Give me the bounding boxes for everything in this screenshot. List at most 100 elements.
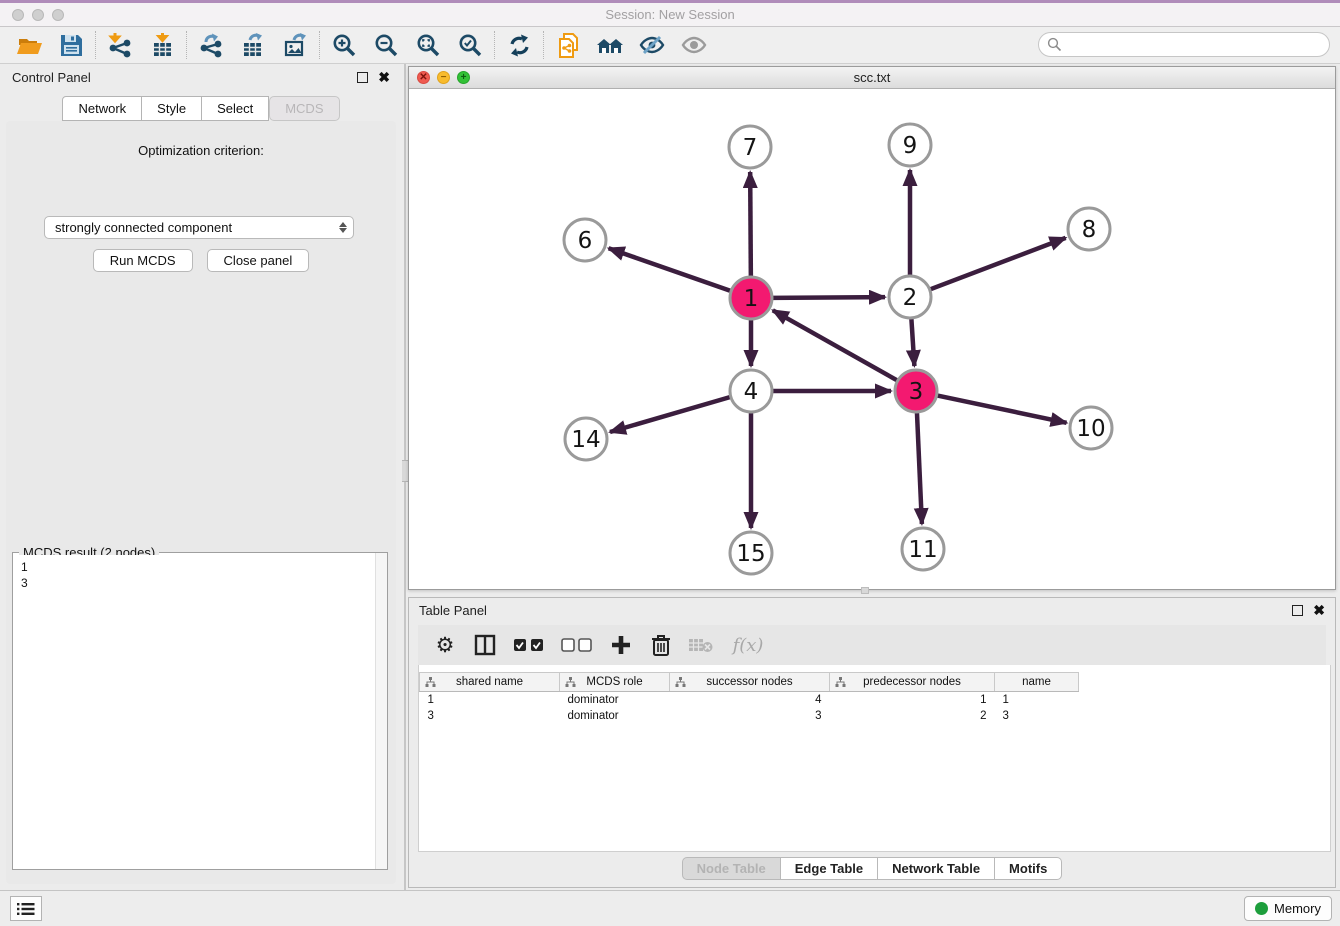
tab-select[interactable]: Select <box>202 96 269 121</box>
home-button[interactable] <box>589 29 631 61</box>
delete-row-button[interactable] <box>648 632 674 658</box>
mcds-result-list[interactable]: 13 <box>13 555 375 869</box>
column-header-label: predecessor nodes <box>863 676 961 688</box>
column-header-predecessor-nodes[interactable]: predecessor nodes <box>830 673 995 692</box>
optimization-criterion-label: Optimization criterion: <box>6 143 396 158</box>
add-row-button[interactable] <box>608 632 634 658</box>
toolbar-separator <box>186 31 187 59</box>
network-window-titlebar[interactable]: ✕ − + scc.txt <box>409 67 1335 89</box>
table-cell[interactable]: 3 <box>995 708 1079 724</box>
export-table-button[interactable] <box>232 29 274 61</box>
column-header-name[interactable]: name <box>995 673 1079 692</box>
table-panel-header: Table Panel ✖ <box>409 598 1335 622</box>
edge-2-8[interactable] <box>931 238 1066 289</box>
task-history-button[interactable] <box>10 896 42 921</box>
open-session-button[interactable] <box>8 29 50 61</box>
table-cell[interactable]: 1 <box>830 692 995 708</box>
column-header-label: MCDS role <box>586 676 642 688</box>
zoom-in-button[interactable] <box>323 29 365 61</box>
criterion-dropdown[interactable]: strongly connected component <box>44 216 354 239</box>
zoom-in-icon <box>331 32 358 59</box>
import-network-button[interactable] <box>99 29 141 61</box>
network-view-window: ✕ − + scc.txt 7968124314101511 <box>408 66 1336 590</box>
edge-4-14[interactable] <box>610 397 730 432</box>
search-input[interactable] <box>1062 38 1329 52</box>
column-header-label: shared name <box>456 676 523 688</box>
horizontal-splitter-handle[interactable] <box>861 587 869 594</box>
hide-graphics-details-button[interactable] <box>631 29 673 61</box>
table-row[interactable]: 3dominator323 <box>420 708 1079 724</box>
edge-1-6[interactable] <box>609 248 731 290</box>
tab-mcds[interactable]: MCDS <box>269 96 339 121</box>
result-scrollbar[interactable] <box>375 553 387 869</box>
node-table[interactable]: shared name MCDS role successor nodes prede… <box>419 672 1079 724</box>
column-header-successor-nodes[interactable]: successor nodes <box>670 673 830 692</box>
delete-table-button <box>688 632 714 658</box>
table-row[interactable]: 1dominator411 <box>420 692 1079 708</box>
zoom-selected-button[interactable] <box>449 29 491 61</box>
tab-style[interactable]: Style <box>142 96 202 121</box>
column-header-MCDS-role[interactable]: MCDS role <box>560 673 670 692</box>
table-settings-button[interactable]: ⚙ <box>432 632 458 658</box>
delete-table-icon <box>688 636 714 654</box>
clone-network-button[interactable] <box>547 29 589 61</box>
zoom-out-button[interactable] <box>365 29 407 61</box>
tab-network[interactable]: Network <box>62 96 142 121</box>
app-title: Session: New Session <box>0 7 1340 22</box>
table-cell[interactable]: 2 <box>830 708 995 724</box>
table-header-row[interactable]: shared name MCDS role successor nodes prede… <box>420 673 1079 692</box>
deselect-all-icon <box>561 638 593 652</box>
export-network-button[interactable] <box>190 29 232 61</box>
eye-icon <box>680 32 708 59</box>
network-canvas[interactable]: 7968124314101511 <box>409 89 1335 589</box>
export-image-button[interactable] <box>274 29 316 61</box>
float-table-panel-icon[interactable] <box>1292 605 1303 616</box>
table-cell[interactable]: 1 <box>420 692 560 708</box>
edge-3-10[interactable] <box>938 396 1067 423</box>
import-network-icon <box>107 32 134 59</box>
float-panel-icon[interactable] <box>357 72 368 83</box>
tab-motifs[interactable]: Motifs <box>995 857 1062 880</box>
zoom-fit-button[interactable] <box>407 29 449 61</box>
import-table-button[interactable] <box>141 29 183 61</box>
edge-3-1[interactable] <box>773 310 897 380</box>
network-window-title: scc.txt <box>409 70 1335 85</box>
edge-1-2[interactable] <box>773 297 885 298</box>
save-session-button[interactable] <box>50 29 92 61</box>
main-toolbar <box>0 27 1340 64</box>
close-panel-icon[interactable]: ✖ <box>378 72 390 83</box>
node-label-11: 11 <box>908 537 937 563</box>
memory-button[interactable]: Memory <box>1244 896 1332 921</box>
refresh-button[interactable] <box>498 29 540 61</box>
run-mcds-button[interactable]: Run MCDS <box>93 249 193 272</box>
close-table-panel-icon[interactable]: ✖ <box>1313 605 1325 616</box>
table-cell[interactable]: 3 <box>670 708 830 724</box>
show-graphics-details-button <box>673 29 715 61</box>
select-all-button[interactable] <box>512 632 546 658</box>
table-cell[interactable]: dominator <box>560 708 670 724</box>
edge-1-7[interactable] <box>750 172 751 276</box>
table-cell[interactable]: 4 <box>670 692 830 708</box>
node-table-area[interactable]: shared name MCDS role successor nodes prede… <box>418 665 1331 852</box>
close-panel-button[interactable]: Close panel <box>207 249 310 272</box>
mcds-tab-content: Optimization criterion: strongly connect… <box>6 121 396 884</box>
tab-edge-table[interactable]: Edge Table <box>781 857 878 880</box>
deselect-all-button[interactable] <box>560 632 594 658</box>
edge-3-11[interactable] <box>917 413 922 524</box>
search-box[interactable] <box>1038 32 1330 57</box>
table-cell[interactable]: 3 <box>420 708 560 724</box>
node-label-10: 10 <box>1076 416 1105 442</box>
table-tabs: Node TableEdge TableNetwork TableMotifs <box>409 857 1335 880</box>
table-panel-title: Table Panel <box>419 603 1292 618</box>
tab-network-table[interactable]: Network Table <box>878 857 995 880</box>
column-sort-icon <box>675 677 686 688</box>
table-cell[interactable]: 1 <box>995 692 1079 708</box>
tab-node-table[interactable]: Node Table <box>682 857 781 880</box>
select-all-icon <box>513 638 545 652</box>
column-view-button[interactable] <box>472 632 498 658</box>
table-cell[interactable]: dominator <box>560 692 670 708</box>
edge-2-3[interactable] <box>911 319 914 366</box>
node-label-8: 8 <box>1082 217 1097 243</box>
search-icon <box>1047 37 1062 52</box>
column-header-shared-name[interactable]: shared name <box>420 673 560 692</box>
